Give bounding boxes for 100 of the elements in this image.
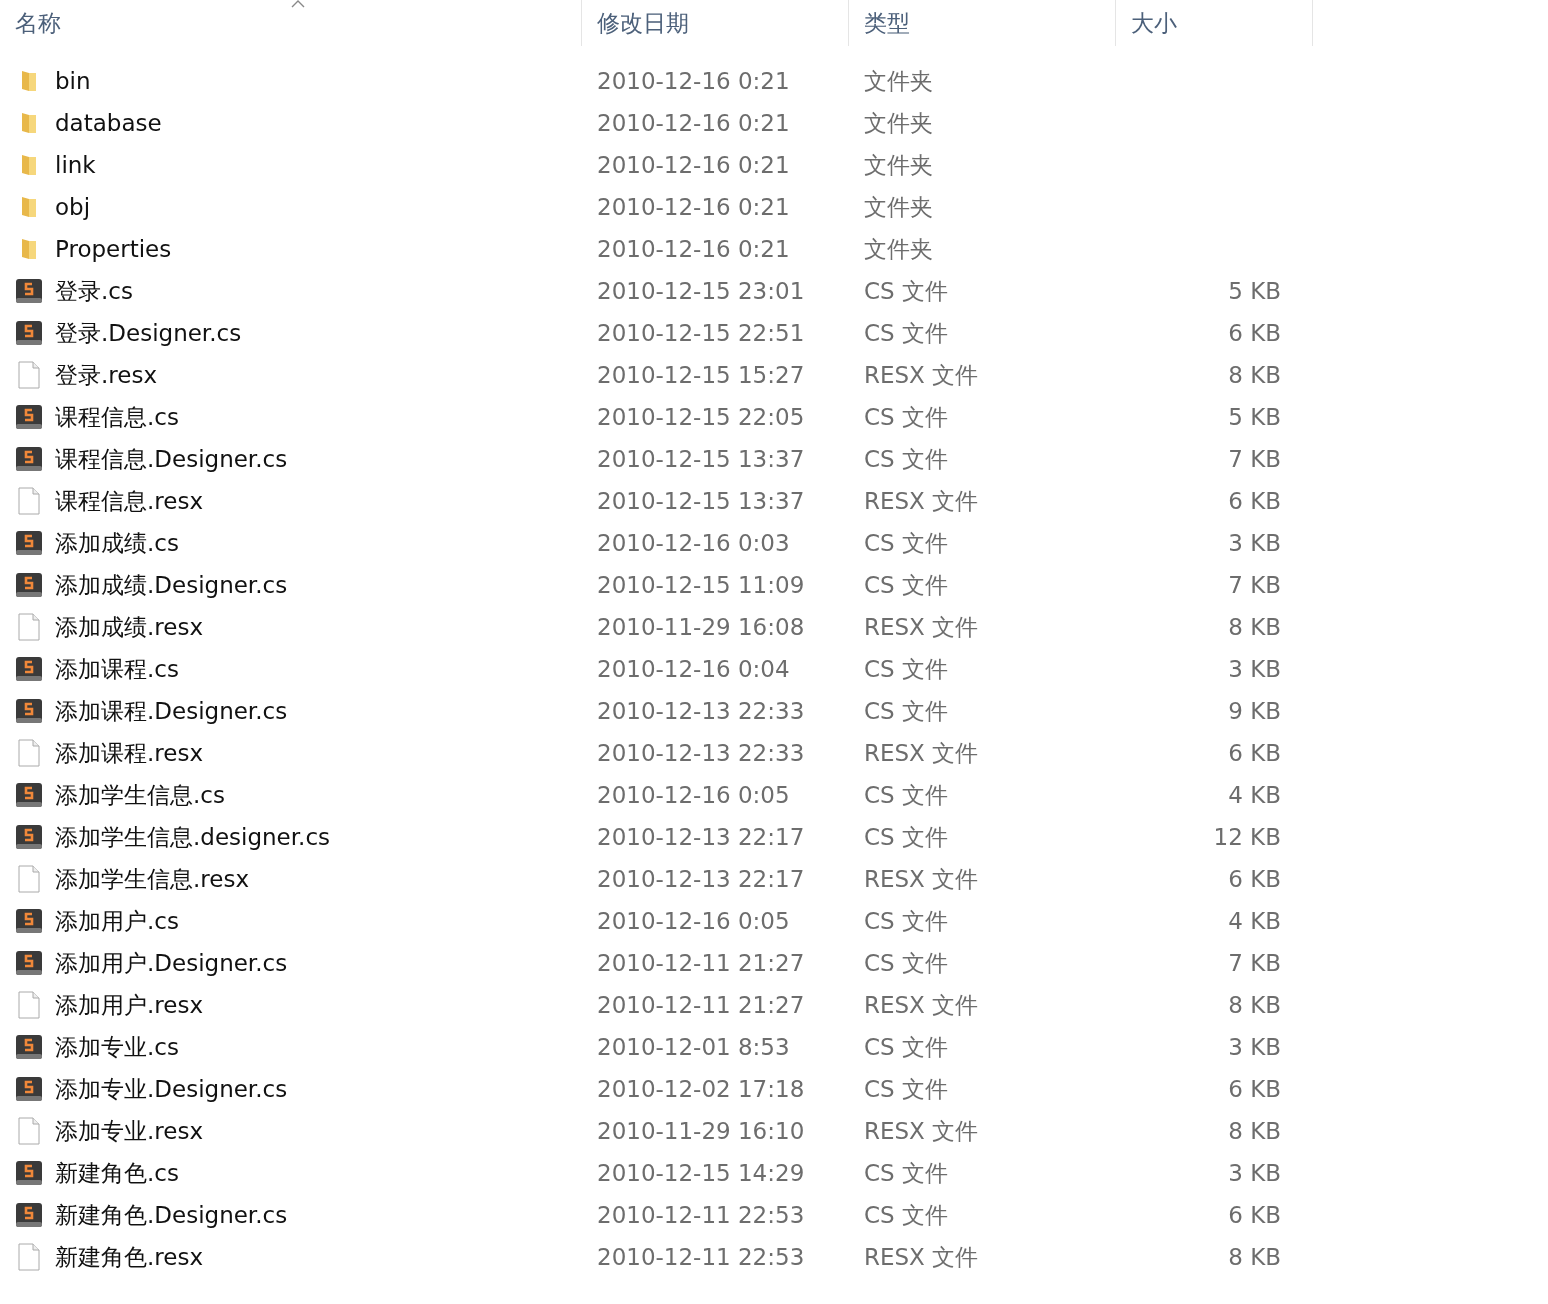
file-type: CS 文件 [864,948,949,978]
file-type: RESX 文件 [864,864,980,894]
file-size: 8 KB [1227,362,1281,388]
file-name[interactable]: 添加专业.Designer.cs [55,1073,288,1105]
column-header[interactable]: 类型 [864,0,1116,46]
code-file-icon [15,1202,43,1228]
file-type: CS 文件 [864,570,949,600]
file-name[interactable]: 添加成绩.resx [55,611,203,643]
modified-date: 2010-12-13 22:33 [597,740,806,766]
file-size: 6 KB [1227,740,1281,766]
code-file-icon [15,446,43,472]
modified-date: 2010-12-13 22:17 [597,866,806,892]
file-type: CS 文件 [864,1200,949,1230]
file-name[interactable]: obj [55,194,91,220]
modified-date: 2010-12-15 11:09 [597,572,806,598]
file-name[interactable]: 添加课程.cs [55,653,179,685]
modified-date: 2010-12-15 22:51 [597,320,806,346]
file-type: CS 文件 [864,318,949,348]
modified-date: 2010-12-11 22:53 [597,1202,806,1228]
file-name[interactable]: 添加成绩.Designer.cs [55,569,288,601]
file-size: 7 KB [1227,572,1281,598]
document-icon [15,991,43,1019]
file-size: 5 KB [1227,404,1281,430]
file-name[interactable]: 添加用户.Designer.cs [55,947,288,979]
file-name[interactable]: 添加课程.Designer.cs [55,695,288,727]
file-name[interactable]: 课程信息.cs [55,401,179,433]
file-size: 5 KB [1227,278,1281,304]
file-size: 4 KB [1227,782,1281,808]
file-name[interactable]: 新建角色.cs [55,1157,179,1189]
modified-date: 2010-12-11 22:53 [597,1244,806,1270]
file-name[interactable]: 添加学生信息.cs [55,779,225,811]
file-name[interactable]: link [55,152,96,178]
document-icon [15,361,43,389]
column-header[interactable]: 修改日期 [597,0,849,46]
file-size: 3 KB [1227,656,1281,682]
code-file-icon [15,404,43,430]
file-name[interactable]: bin [55,68,91,94]
file-name[interactable]: 新建角色.resx [55,1241,203,1273]
document-icon [15,1117,43,1145]
code-file-icon [15,572,43,598]
file-type: RESX 文件 [864,738,980,768]
code-file-icon [15,320,43,346]
column-header[interactable]: 名称 [15,0,582,46]
code-file-icon [15,530,43,556]
file-type: CS 文件 [864,444,949,474]
file-name[interactable]: 添加专业.resx [55,1115,203,1147]
file-name[interactable]: 登录.cs [55,275,133,307]
file-name[interactable]: Properties [55,236,172,262]
file-size: 8 KB [1227,1118,1281,1144]
code-file-icon [15,1160,43,1186]
file-name[interactable]: 添加学生信息.resx [55,863,249,895]
file-size: 3 KB [1227,1034,1281,1060]
file-size: 6 KB [1227,1202,1281,1228]
file-type: RESX 文件 [864,486,980,516]
file-type: CS 文件 [864,1074,949,1104]
modified-date: 2010-12-15 13:37 [597,446,806,472]
file-type: 文件夹 [864,66,934,96]
modified-date: 2010-12-16 0:05 [597,908,791,934]
code-file-icon [15,908,43,934]
file-type: CS 文件 [864,780,949,810]
file-name[interactable]: 添加课程.resx [55,737,203,769]
file-size: 6 KB [1227,1076,1281,1102]
file-name[interactable]: 添加学生信息.designer.cs [55,821,331,853]
modified-date: 2010-12-13 22:33 [597,698,806,724]
file-type: RESX 文件 [864,360,980,390]
file-name[interactable]: 课程信息.resx [55,485,203,517]
file-type: RESX 文件 [864,612,980,642]
modified-date: 2010-12-16 0:21 [597,236,791,262]
modified-date: 2010-12-02 17:18 [597,1076,806,1102]
file-name[interactable]: 添加专业.cs [55,1031,179,1063]
file-name[interactable]: 课程信息.Designer.cs [55,443,288,475]
file-size: 6 KB [1227,320,1281,346]
document-icon [15,739,43,767]
file-size: 12 KB [1212,824,1281,850]
code-file-icon [15,698,43,724]
modified-date: 2010-12-15 23:01 [597,278,806,304]
file-type: CS 文件 [864,1032,949,1062]
file-type: CS 文件 [864,654,949,684]
modified-date: 2010-12-11 21:27 [597,950,806,976]
document-icon [15,487,43,515]
column-header[interactable]: 大小 [1131,0,1313,46]
file-name[interactable]: 添加用户.resx [55,989,203,1021]
code-file-icon [15,1076,43,1102]
file-name[interactable]: 登录.resx [55,359,157,391]
modified-date: 2010-12-15 22:05 [597,404,806,430]
modified-date: 2010-12-15 14:29 [597,1160,806,1186]
file-size: 3 KB [1227,1160,1281,1186]
file-name[interactable]: database [55,110,162,136]
modified-date: 2010-12-16 0:05 [597,782,791,808]
modified-date: 2010-12-13 22:17 [597,824,806,850]
file-name[interactable]: 添加用户.cs [55,905,179,937]
file-type: CS 文件 [864,528,949,558]
code-file-icon [15,656,43,682]
file-name[interactable]: 登录.Designer.cs [55,317,242,349]
document-icon [15,1243,43,1271]
modified-date: 2010-12-01 8:53 [597,1034,791,1060]
file-name[interactable]: 添加成绩.cs [55,527,179,559]
file-name[interactable]: 新建角色.Designer.cs [55,1199,288,1231]
modified-date: 2010-11-29 16:10 [597,1118,806,1144]
file-type: CS 文件 [864,822,949,852]
